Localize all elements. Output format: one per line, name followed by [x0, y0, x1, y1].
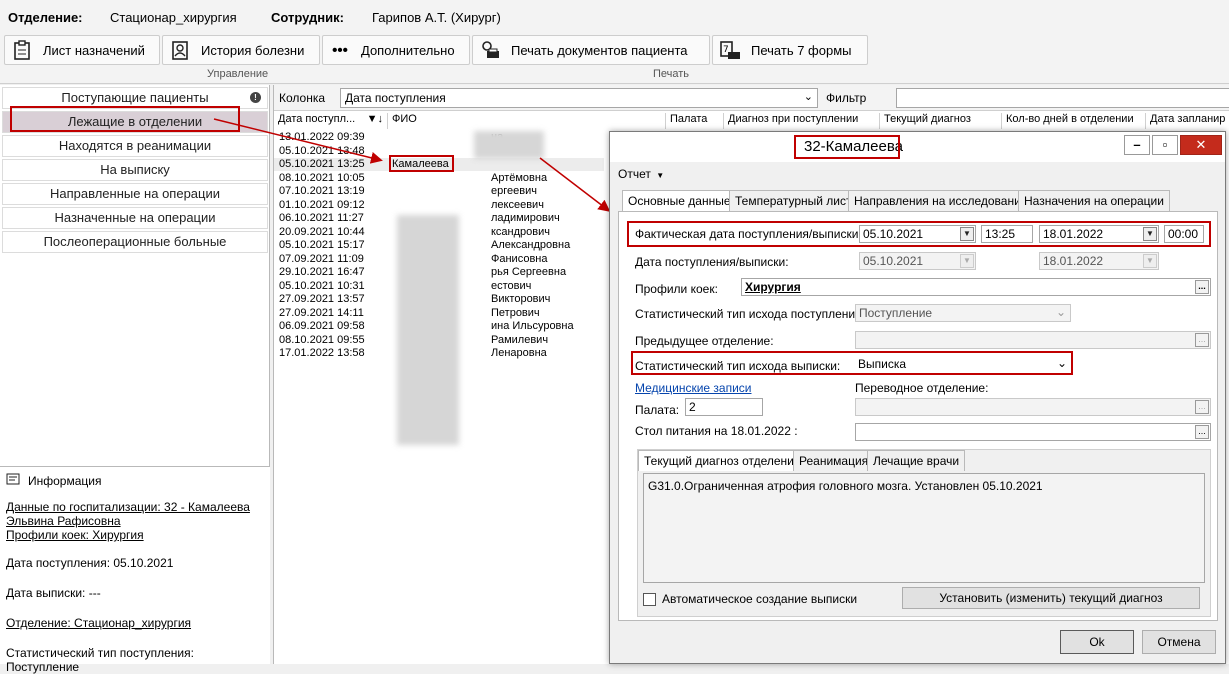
- transfer-dept-field: ...: [855, 398, 1211, 416]
- diagnosis-text: G31.0.Ограниченная атрофия головного моз…: [648, 479, 1043, 493]
- arrow-nav-to-row: [213, 118, 383, 164]
- auto-discharge-option[interactable]: Автоматическое создание выписки: [643, 592, 857, 606]
- tab-label: Температурный лист: [735, 194, 852, 208]
- admit-date: 05.10.2021 ▼: [859, 252, 976, 270]
- discharge-date-value: 18.01.2022: [1043, 254, 1104, 268]
- caret-down-icon: ▼: [656, 171, 665, 180]
- prev-dept-label: Предыдущее отделение:: [635, 334, 774, 348]
- actual-discharge-date[interactable]: 18.01.2022 ▼: [1039, 225, 1159, 243]
- ellipsis-icon[interactable]: ...: [1195, 425, 1209, 439]
- ellipsis-icon: ...: [1195, 333, 1209, 347]
- tab-temperature[interactable]: Температурный лист: [729, 190, 858, 211]
- stat-discharge-select[interactable]: Выписка ⌄: [855, 356, 1071, 374]
- subtab-doctors[interactable]: Лечащие врачи: [867, 450, 966, 471]
- patient-dialog: 32-Камалеева – ▫ ✕ Отчет ▼ Основные данн…: [609, 131, 1226, 664]
- diet-field[interactable]: ...: [855, 423, 1211, 441]
- bed-profile-label: Профили коек:: [635, 282, 718, 296]
- ok-button[interactable]: Ok: [1060, 630, 1134, 654]
- admit-date-value: 05.10.2021: [863, 254, 924, 268]
- subtab-icu[interactable]: Реанимация: [793, 450, 875, 471]
- cancel-button[interactable]: Отмена: [1142, 630, 1216, 654]
- tab-surgery-orders[interactable]: Назначения на операции: [1018, 190, 1170, 211]
- bed-profile-field[interactable]: Хирургия...: [741, 278, 1211, 296]
- diagnosis-group: Текущий диагноз отделения Реанимация Леч…: [637, 449, 1211, 617]
- arrow-row-to-dialog: [539, 157, 611, 212]
- med-records-link[interactable]: Медицинские записи: [635, 381, 752, 395]
- dropdown-icon: ▼: [1143, 254, 1157, 268]
- stat-discharge-label: Статистический тип исхода выписки:: [635, 359, 841, 373]
- dropdown-icon[interactable]: ▼: [1143, 227, 1157, 241]
- minimize-icon: –: [1133, 137, 1141, 152]
- dialog-titlebar: 32-Камалеева – ▫ ✕: [610, 132, 1225, 162]
- transfer-dept-label: Переводное отделение:: [855, 381, 989, 395]
- dates-label: Дата поступления/выписки:: [635, 255, 789, 269]
- discharge-date: 18.01.2022 ▼: [1039, 252, 1159, 270]
- tab-label: Текущий диагноз отделения: [644, 454, 801, 468]
- minimize-button[interactable]: –: [1124, 135, 1150, 155]
- tab-label: Лечащие врачи: [873, 454, 960, 468]
- diet-label: Стол питания на 18.01.2022 :: [635, 424, 798, 438]
- actual-dates-label: Фактическая дата поступления/выписки:: [635, 227, 862, 241]
- dropdown-icon: ▼: [960, 254, 974, 268]
- dropdown-icon[interactable]: ▼: [960, 227, 974, 241]
- actual-admit-time[interactable]: 13:25: [981, 225, 1033, 243]
- stat-discharge-value: Выписка: [858, 357, 907, 371]
- close-icon: ✕: [1195, 137, 1207, 152]
- report-menu-label: Отчет: [618, 167, 651, 181]
- main-data-panel: Фактическая дата поступления/выписки: 05…: [618, 211, 1218, 621]
- maximize-icon: ▫: [1162, 137, 1168, 152]
- ellipsis-icon[interactable]: ...: [1195, 280, 1209, 294]
- report-menu[interactable]: Отчет ▼: [618, 167, 664, 181]
- actual-discharge-time-value: 00:00: [1168, 227, 1199, 241]
- maximize-button[interactable]: ▫: [1152, 135, 1178, 155]
- chevron-down-icon: ⌄: [1056, 356, 1067, 370]
- close-button[interactable]: ✕: [1180, 135, 1222, 155]
- actual-admit-time-value: 13:25: [985, 227, 1016, 241]
- actual-discharge-date-value: 18.01.2022: [1043, 227, 1104, 241]
- diagnosis-textarea[interactable]: G31.0.Ограниченная атрофия головного моз…: [643, 473, 1205, 583]
- subtab-current-diagnosis[interactable]: Текущий диагноз отделения: [638, 450, 807, 471]
- ellipsis-icon: ...: [1195, 400, 1209, 414]
- tab-label: Направления на исследования: [854, 194, 1028, 208]
- ward-label: Палата:: [635, 403, 680, 417]
- stat-admit-label: Статистический тип исхода поступления:: [635, 307, 865, 321]
- tab-examinations[interactable]: Направления на исследования: [848, 190, 1034, 211]
- actual-discharge-time[interactable]: 00:00: [1164, 225, 1204, 243]
- auto-discharge-checkbox[interactable]: [643, 592, 656, 606]
- actual-admit-date[interactable]: 05.10.2021 ▼: [859, 225, 976, 243]
- set-diagnosis-button[interactable]: Установить (изменить) текущий диагноз: [902, 587, 1200, 609]
- bed-profile-value: Хирургия: [745, 280, 801, 294]
- stat-admit-value: Поступление: [859, 306, 933, 320]
- ward-value: 2: [689, 400, 696, 414]
- ward-input[interactable]: 2: [685, 398, 763, 416]
- tab-main-data[interactable]: Основные данные: [622, 190, 737, 211]
- chevron-down-icon: ⌄: [1055, 305, 1066, 319]
- tab-label: Назначения на операции: [1024, 194, 1164, 208]
- auto-discharge-label: Автоматическое создание выписки: [662, 592, 858, 606]
- actual-admit-date-value: 05.10.2021: [863, 227, 924, 241]
- dialog-title: 32-Камалеева: [804, 138, 903, 155]
- prev-dept-field: ...: [855, 331, 1211, 349]
- tab-label: Реанимация: [799, 454, 869, 468]
- stat-admit-select: Поступление ⌄: [855, 304, 1071, 322]
- tab-label: Основные данные: [628, 194, 731, 208]
